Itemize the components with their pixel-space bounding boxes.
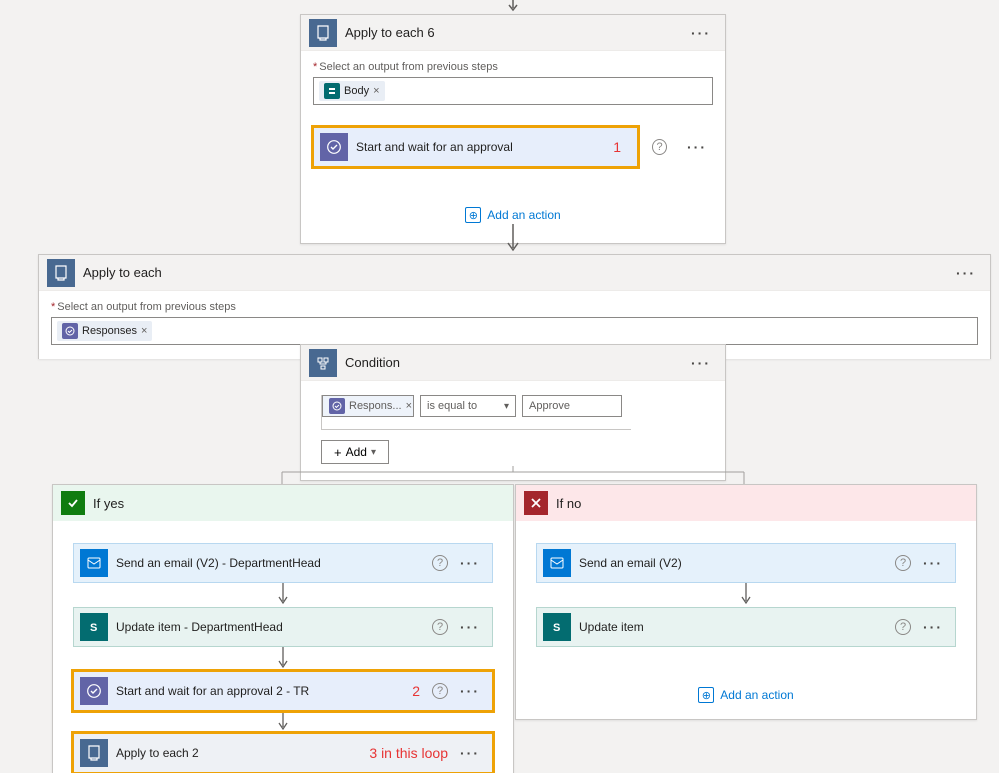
svg-text:S: S xyxy=(553,622,560,634)
condition-left[interactable]: Respons... × xyxy=(322,395,414,417)
apply-to-each-6-card: Apply to each 6 ··· Select an output fro… xyxy=(300,14,726,244)
add-condition-button[interactable]: + Add ▾ xyxy=(321,440,389,464)
add-action-label: Add an action xyxy=(720,688,793,702)
card-title: Apply to each xyxy=(83,265,950,280)
approval-icon xyxy=(320,133,348,161)
loop-icon xyxy=(47,259,75,287)
more-menu[interactable]: ··· xyxy=(685,25,717,41)
apply-to-each-header[interactable]: Apply to each ··· xyxy=(39,255,990,291)
annotation-1: 1 xyxy=(613,139,621,155)
annotation-3: 3 in this loop xyxy=(369,745,448,761)
branch-label: If yes xyxy=(93,496,124,511)
add-action-link[interactable]: ⊕ Add an action xyxy=(465,207,560,223)
start-wait-approval-2-action[interactable]: Start and wait for an approval 2 - TR 2 … xyxy=(73,671,493,711)
value-text: Approve xyxy=(529,400,570,412)
condition-operator[interactable]: is equal to ▾ xyxy=(420,395,516,417)
if-yes-card: If yes Send an email (V2) - DepartmentHe… xyxy=(52,484,514,773)
if-no-header: If no xyxy=(516,485,976,521)
approval-token-icon xyxy=(62,323,78,339)
more-menu[interactable]: ··· xyxy=(685,355,717,371)
send-email-action[interactable]: Send an email (V2) ? ··· xyxy=(536,543,956,583)
approval-icon xyxy=(80,677,108,705)
more-menu[interactable]: ··· xyxy=(454,555,486,571)
select-output-label: Select an output from previous steps xyxy=(313,61,713,73)
add-action-icon: ⊕ xyxy=(465,207,481,223)
branch-icon xyxy=(309,349,337,377)
branch-label: If no xyxy=(556,496,581,511)
loop-icon xyxy=(309,19,337,47)
more-menu[interactable]: ··· xyxy=(454,683,486,699)
output-selector[interactable]: Responses × xyxy=(51,317,978,345)
condition-right[interactable]: Approve xyxy=(522,395,622,417)
if-no-card: If no Send an email (V2) ? ··· S Update … xyxy=(515,484,977,720)
teal-icon xyxy=(324,83,340,99)
send-email-dept-head-action[interactable]: Send an email (V2) - DepartmentHead ? ··… xyxy=(73,543,493,583)
add-label: Add xyxy=(346,445,367,459)
chevron-down-icon: ▾ xyxy=(504,401,509,412)
action-title: Start and wait for an approval xyxy=(356,140,613,154)
more-menu[interactable]: ··· xyxy=(917,555,949,571)
help-icon[interactable]: ? xyxy=(652,139,667,155)
more-menu[interactable]: ··· xyxy=(681,139,713,155)
approval-token-icon xyxy=(329,398,345,414)
add-action-label: Add an action xyxy=(487,208,560,222)
output-selector[interactable]: Body × xyxy=(313,77,713,105)
help-icon[interactable]: ? xyxy=(895,555,911,571)
action-title: Start and wait for an approval 2 - TR xyxy=(116,684,412,698)
outlook-icon xyxy=(80,549,108,577)
help-icon[interactable]: ? xyxy=(432,619,448,635)
start-wait-approval-action[interactable]: Start and wait for an approval 1 xyxy=(313,127,638,167)
sharepoint-icon: S xyxy=(543,613,571,641)
if-yes-header: If yes xyxy=(53,485,513,521)
add-action-icon: ⊕ xyxy=(698,687,714,703)
action-title: Send an email (V2) - DepartmentHead xyxy=(116,556,426,570)
condition-header[interactable]: Condition ··· xyxy=(301,345,725,381)
annotation-2: 2 xyxy=(412,683,420,699)
loop-icon xyxy=(80,739,108,767)
more-menu[interactable]: ··· xyxy=(917,619,949,635)
help-icon[interactable]: ? xyxy=(895,619,911,635)
remove-token[interactable]: × xyxy=(406,400,412,412)
more-menu[interactable]: ··· xyxy=(454,745,486,761)
token-label: Responses xyxy=(82,325,137,337)
select-output-label: Select an output from previous steps xyxy=(51,301,978,313)
svg-text:S: S xyxy=(90,622,97,634)
check-icon xyxy=(61,491,85,515)
card-title: Apply to each 6 xyxy=(345,25,685,40)
more-menu[interactable]: ··· xyxy=(950,265,982,281)
token-responses[interactable]: Responses × xyxy=(57,321,152,341)
condition-card: Condition ··· Respons... × is equal to ▾… xyxy=(300,344,726,481)
apply-to-each-6-header[interactable]: Apply to each 6 ··· xyxy=(301,15,725,51)
help-icon[interactable]: ? xyxy=(432,555,448,571)
sharepoint-icon: S xyxy=(80,613,108,641)
update-item-action[interactable]: S Update item ? ··· xyxy=(536,607,956,647)
help-icon[interactable]: ? xyxy=(432,683,448,699)
x-icon xyxy=(524,491,548,515)
update-item-dept-head-action[interactable]: S Update item - DepartmentHead ? ··· xyxy=(73,607,493,647)
apply-to-each-2-action[interactable]: Apply to each 2 3 in this loop ··· xyxy=(73,733,493,773)
operator-label: is equal to xyxy=(427,400,477,412)
action-title: Update item - DepartmentHead xyxy=(116,620,426,634)
more-menu[interactable]: ··· xyxy=(454,619,486,635)
token-label: Respons... xyxy=(349,400,402,412)
add-action-link[interactable]: ⊕ Add an action xyxy=(698,687,793,703)
token-label: Body xyxy=(344,85,369,97)
outlook-icon xyxy=(543,549,571,577)
chevron-down-icon: ▾ xyxy=(371,447,376,458)
token-body[interactable]: Body × xyxy=(319,81,385,101)
action-title: Apply to each 2 xyxy=(116,746,369,760)
remove-token[interactable]: × xyxy=(373,85,379,97)
action-title: Send an email (V2) xyxy=(579,556,889,570)
card-title: Condition xyxy=(345,355,685,370)
remove-token[interactable]: × xyxy=(141,325,147,337)
action-title: Update item xyxy=(579,620,889,634)
